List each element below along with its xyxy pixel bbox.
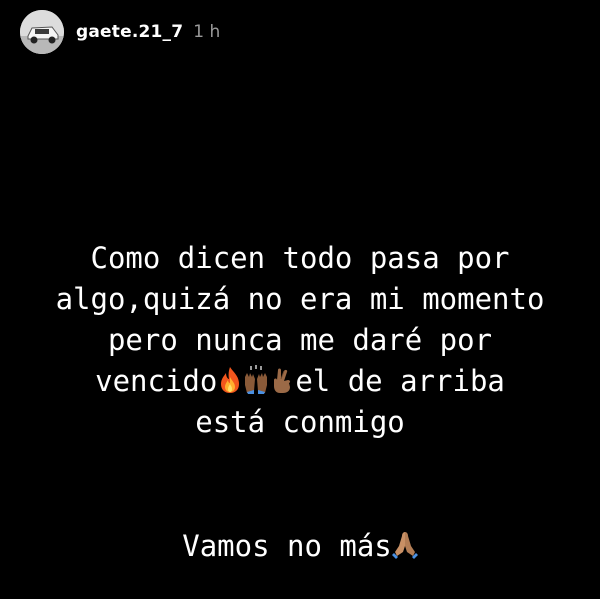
story-line: está conmigo [195, 405, 405, 439]
story-line-with-emojis: vencido el de arriba [0, 361, 600, 402]
story-text: Como dicen todo pasa por algo,quizá no e… [0, 238, 600, 443]
story-header: gaete.21_7 1 h [20, 10, 220, 54]
closing-line: Vamos no más [0, 526, 600, 567]
story-line: Como dicen todo pasa por [90, 241, 510, 275]
username[interactable]: gaete.21_7 [76, 22, 183, 42]
story-line: pero nunca me daré por [107, 323, 493, 357]
folded-hands-emoji [391, 530, 419, 560]
story-segment: el de arriba [295, 364, 505, 398]
story-segment: vencido [95, 364, 218, 398]
story-line: algo,quizá no era mi momento [55, 282, 545, 316]
closing-text: Vamos no más [182, 529, 392, 563]
post-time: 1 h [193, 22, 221, 42]
raised-hands-emoji [242, 365, 270, 395]
crossed-fingers-emoji [268, 365, 296, 395]
fire-emoji [216, 365, 244, 395]
avatar[interactable] [20, 10, 64, 54]
